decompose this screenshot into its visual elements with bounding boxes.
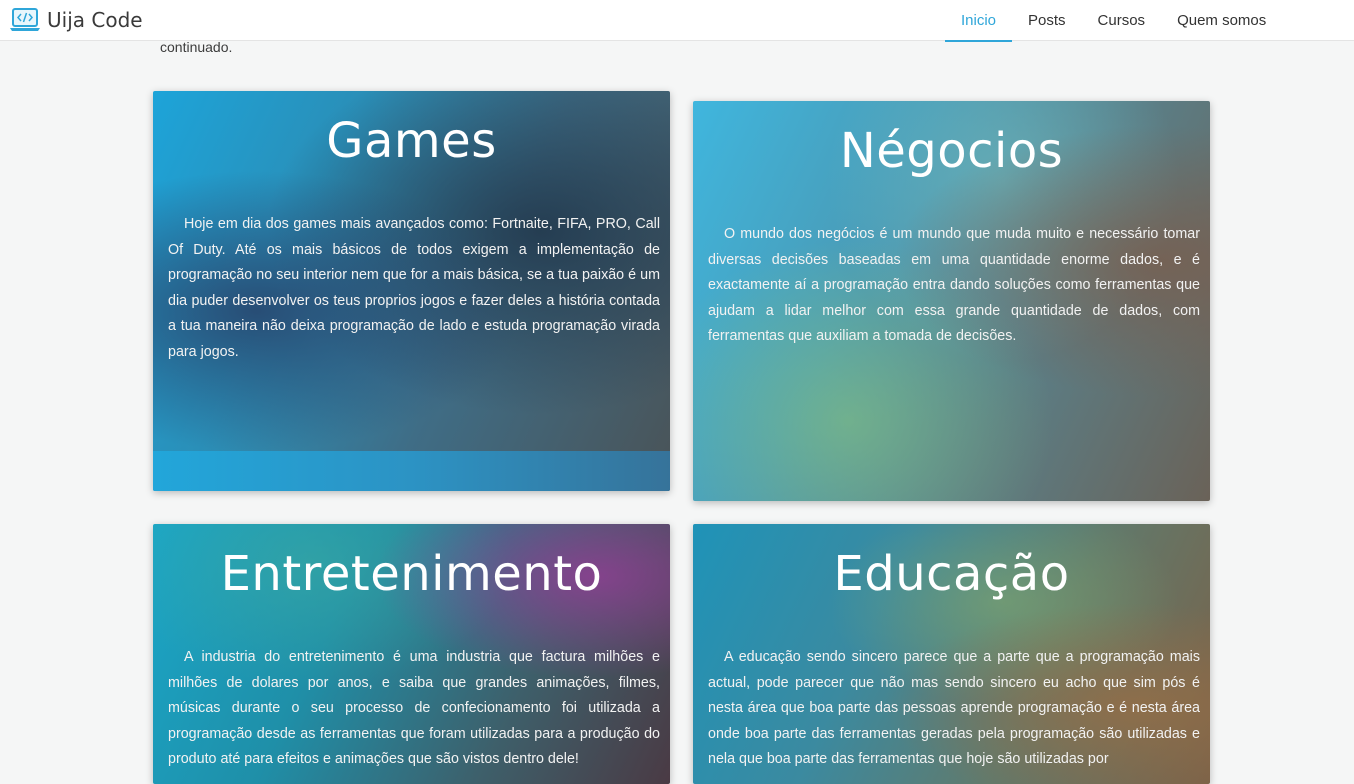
top-navbar: Uija Code Inicio Posts Cursos Quem somos [0,0,1354,42]
card-games[interactable]: Games Hoje em dia dos games mais avançad… [153,91,670,491]
card-text: A educação sendo sincero parece que a pa… [708,649,1200,767]
card-title: Educação [833,546,1070,602]
brand-name: Uija Code [47,8,143,32]
card-text: Hoje em dia dos games mais avançados com… [168,216,660,360]
nav-item-posts[interactable]: Posts [1012,0,1082,41]
nav-item-cursos[interactable]: Cursos [1082,0,1162,41]
card-title: Négocios [839,123,1064,179]
card-image-strip [153,451,670,491]
card-educacao[interactable]: Educação A educação sendo sincero parece… [693,524,1210,784]
nav-item-inicio[interactable]: Inicio [945,0,1013,42]
card-title: Games [326,113,497,169]
intro-text: continuado. [160,39,233,55]
card-title: Entretenimento [220,546,603,602]
laptop-code-icon [10,8,40,31]
card-negocios[interactable]: Négocios O mundo dos negócios é um mundo… [693,101,1210,501]
card-text: O mundo dos negócios é um mundo que muda… [708,226,1200,344]
card-text: A industria do entretenimento é uma indu… [168,649,660,767]
brand-link[interactable]: Uija Code [9,6,143,34]
card-entretenimento[interactable]: Entretenimento A industria do entretenim… [153,524,670,784]
main-nav: Inicio Posts Cursos Quem somos [945,0,1282,42]
nav-item-quem-somos[interactable]: Quem somos [1161,0,1282,41]
